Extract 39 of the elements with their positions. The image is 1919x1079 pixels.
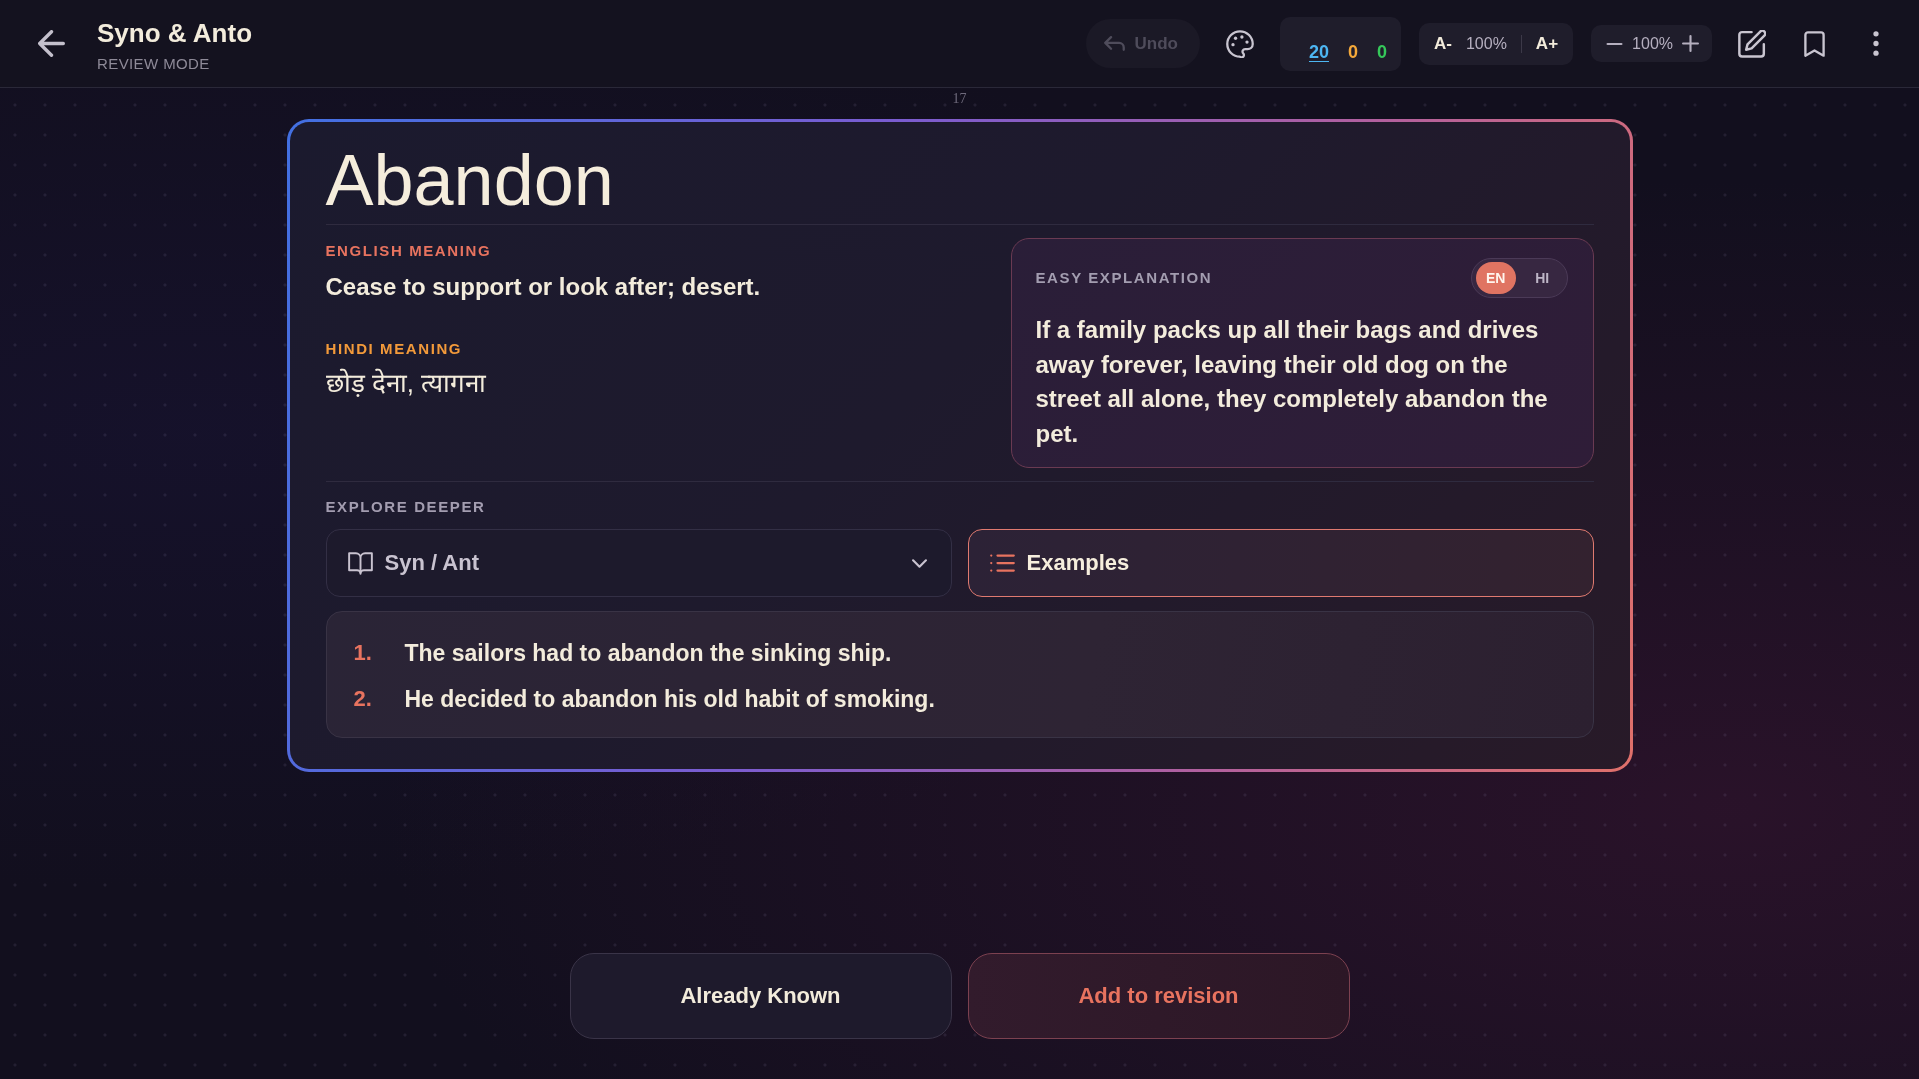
count-value[interactable]: 0 — [1377, 40, 1388, 63]
font-increase-button[interactable]: A+ — [1535, 32, 1559, 55]
word-title: Abandon — [325, 140, 615, 220]
section-label: ENGLISH MEANING — [325, 242, 493, 260]
language-toggle[interactable]: EN HI — [1470, 258, 1568, 298]
meaning-text: Cease to support or look after; desert. — [325, 272, 762, 302]
explanation-text: If a family packs up all their bags and drives away forever, leaving their old dog on the street all alone, they completely abandon the pet. — [1035, 315, 1549, 449]
palette-icon — [1226, 29, 1254, 58]
section-label: HINDI MEANING — [325, 340, 464, 358]
section-label: EXPLORE DEEPER — [325, 498, 487, 516]
synonyms-dropdown[interactable]: Syn / Ant — [325, 529, 952, 597]
count-value[interactable]: 20 — [1309, 40, 1329, 63]
mode-label: REVIEW MODE — [97, 54, 211, 73]
card-number: 17 — [952, 90, 967, 108]
language-option[interactable]: HI — [1522, 262, 1563, 294]
zoom-reading: 100% — [1632, 33, 1673, 54]
bookmark-icon — [1803, 30, 1825, 57]
example-sentence: The sailors had to abandon the sinking ship. — [404, 639, 892, 668]
minus-icon — [1606, 42, 1624, 45]
font-size-reading: 100% — [1465, 33, 1507, 54]
examples-tab[interactable]: Examples — [967, 529, 1594, 597]
reply-arrow-icon — [1103, 36, 1125, 51]
list-number: 1. — [353, 639, 373, 667]
already-known-button[interactable]: Already Known — [569, 953, 952, 1039]
section-label: EASY EXPLANATION — [1035, 269, 1213, 287]
app-title: Syno & Anto — [97, 17, 253, 48]
plus-icon — [1682, 35, 1699, 52]
add-to-revision-button[interactable]: Add to revision — [967, 953, 1350, 1039]
count-value[interactable]: 0 — [1348, 40, 1359, 63]
arrow-left-icon — [38, 30, 65, 57]
list-icon — [989, 554, 1015, 572]
chevron-down-icon — [911, 558, 927, 568]
open-book-icon — [347, 551, 373, 575]
example-sentence: He decided to abandon his old habit of smoking. — [404, 685, 935, 714]
font-decrease-button[interactable]: A- — [1434, 32, 1452, 55]
list-number: 2. — [353, 685, 373, 713]
meaning-text: छोड़ देना, त्यागना — [325, 367, 488, 400]
zoom-in-button[interactable] — [1682, 33, 1699, 54]
vertical-dots-icon — [1873, 31, 1879, 56]
